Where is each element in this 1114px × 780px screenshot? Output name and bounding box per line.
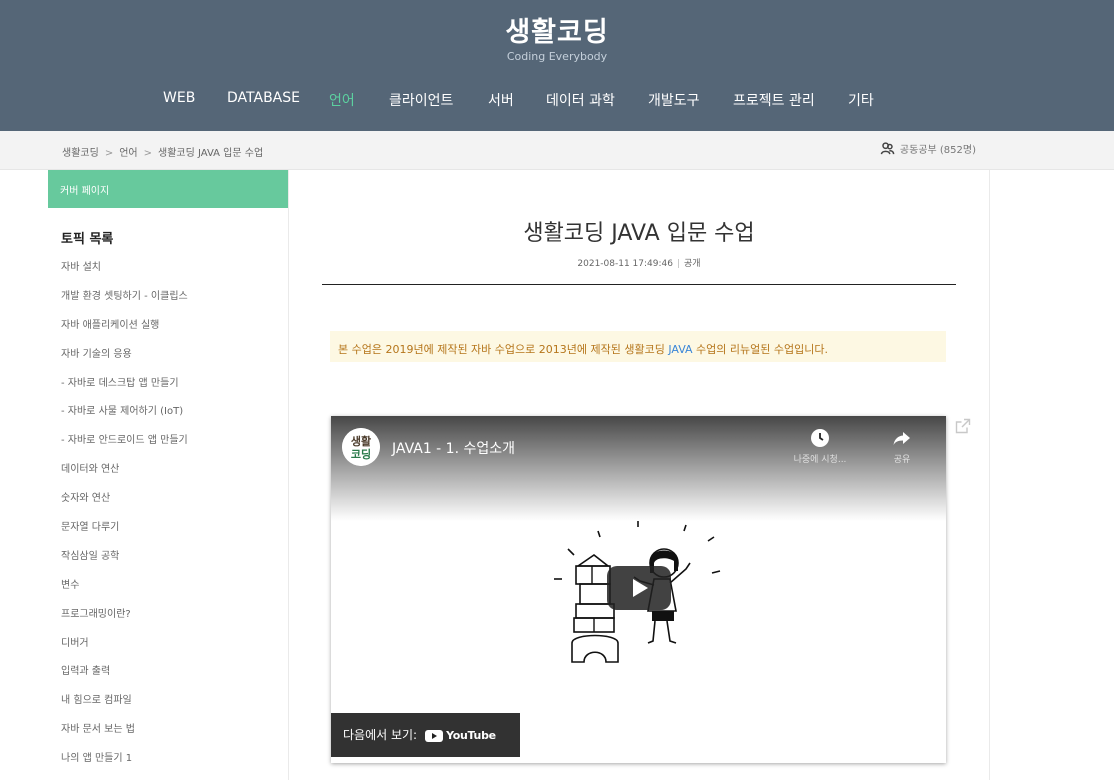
content-divider-right — [989, 170, 990, 780]
topic-item[interactable]: 작심삼일 공학 — [61, 547, 188, 576]
topic-item[interactable]: 숫자와 연산 — [61, 489, 188, 518]
post-visibility: 공개 — [684, 259, 701, 269]
youtube-play-icon — [425, 729, 444, 742]
youtube-embed[interactable]: 생활 코딩 JAVA1 - 1. 수업소개 나중에 시청... 공유 다음에서 … — [331, 416, 946, 763]
topic-item[interactable]: - 자바로 안드로이드 앱 만들기 — [61, 431, 188, 460]
sidebar: 커버 페이지 토픽 목록 자바 설치 개발 환경 셋팅하기 - 이클립스 자바 … — [48, 170, 288, 780]
topic-item[interactable]: 개발 환경 셋팅하기 - 이클립스 — [61, 287, 188, 316]
channel-logo[interactable]: 생활 코딩 — [342, 428, 380, 466]
youtube-logo: YouTube — [425, 729, 496, 742]
breadcrumb-separator: > — [143, 148, 152, 159]
watch-on-youtube-button[interactable]: 다음에서 보기: YouTube — [331, 713, 520, 757]
nav-item-data-science[interactable]: 데이터 과학 — [546, 90, 615, 110]
topic-item[interactable]: - 자바로 사물 제어하기 (IoT) — [61, 402, 188, 431]
youtube-wordmark: YouTube — [446, 729, 496, 742]
topic-item[interactable]: - 자바로 데스크탑 앱 만들기 — [61, 374, 188, 403]
title-divider — [322, 284, 956, 285]
share-label: 공유 — [893, 455, 911, 465]
topic-item[interactable]: 입력과 출력 — [61, 662, 188, 691]
nav-item-web[interactable]: WEB — [163, 90, 195, 106]
nav-item-language[interactable]: 언어 — [329, 90, 355, 110]
video-title[interactable]: JAVA1 - 1. 수업소개 — [392, 438, 515, 458]
breadcrumb-language[interactable]: 언어 — [119, 148, 137, 159]
topic-item[interactable]: 내 힘으로 컴파일 — [61, 691, 188, 720]
watch-later-label: 나중에 시청... — [793, 455, 847, 465]
notice-box: 본 수업은 2019년에 제작된 자바 수업으로 2013년에 제작된 생활코딩… — [330, 331, 946, 362]
group-study-link[interactable]: 공동공부 (852명) — [880, 141, 976, 156]
topic-item[interactable]: 프로그래밍이란? — [61, 605, 188, 634]
meta-separator: | — [676, 259, 681, 269]
breadcrumb-separator: > — [104, 148, 114, 159]
share-button[interactable]: 공유 — [867, 428, 937, 465]
cover-page-link[interactable]: 커버 페이지 — [48, 170, 288, 208]
topic-item[interactable]: 자바 설치 — [61, 258, 188, 287]
content-divider-left — [288, 170, 289, 780]
site-subtitle: Coding Everybody — [506, 50, 608, 63]
topic-item[interactable]: 나의 앱 만들기 1 — [61, 749, 188, 778]
site-title[interactable]: 생활코딩 — [0, 10, 1114, 49]
topic-item[interactable]: 자바 기술의 응용 — [61, 345, 188, 374]
site-header: 생활코딩 Coding Everybody WEB DATABASE 언어 클라… — [0, 0, 1114, 131]
post-date: 2021-08-11 17:49:46 — [577, 259, 673, 269]
nav-item-etc[interactable]: 기타 — [848, 90, 874, 110]
channel-logo-text: 생활 — [351, 434, 371, 448]
notice-text-end: 수업의 리뉴얼된 수업입니다. — [692, 343, 828, 356]
topic-item[interactable]: 디버거 — [61, 634, 188, 663]
group-icon — [880, 142, 895, 155]
nav-item-server[interactable]: 서버 — [488, 90, 514, 110]
topic-list: 자바 설치 개발 환경 셋팅하기 - 이클립스 자바 애플리케이션 실행 자바 … — [61, 258, 188, 778]
topic-item[interactable]: 데이터와 연산 — [61, 460, 188, 489]
breadcrumb-bar: 생활코딩 > 언어 > 생활코딩 JAVA 입문 수업 공동공부 (852명) — [0, 131, 1114, 170]
watch-on-label: 다음에서 보기: — [343, 728, 418, 742]
nav-item-database[interactable]: DATABASE — [227, 90, 300, 106]
notice-java-link[interactable]: JAVA — [668, 343, 692, 356]
topic-item[interactable]: 자바 문서 보는 법 — [61, 720, 188, 749]
page-title: 생활코딩 JAVA 입문 수업 — [523, 221, 755, 246]
group-study-label: 공동공부 (852명) — [899, 145, 976, 156]
watch-later-button[interactable]: 나중에 시청... — [785, 428, 855, 465]
play-button[interactable] — [607, 566, 671, 610]
breadcrumb-current[interactable]: 생활코딩 JAVA 입문 수업 — [158, 148, 263, 159]
topic-item[interactable]: 문자열 다루기 — [61, 518, 188, 547]
nav-item-client[interactable]: 클라이언트 — [389, 90, 453, 110]
topic-item[interactable]: 자바 애플리케이션 실행 — [61, 316, 188, 345]
post-meta: 2021-08-11 17:49:46 | 공개 — [322, 256, 956, 269]
topics-title: 토픽 목록 — [61, 232, 114, 247]
nav-item-project-management[interactable]: 프로젝트 관리 — [733, 90, 815, 110]
breadcrumb-home[interactable]: 생활코딩 — [62, 148, 99, 159]
topic-item[interactable]: 변수 — [61, 576, 188, 605]
notice-text: 본 수업은 2019년에 제작된 자바 수업으로 2013년에 제작된 생활코딩 — [338, 343, 669, 356]
breadcrumb: 생활코딩 > 언어 > 생활코딩 JAVA 입문 수업 — [62, 144, 263, 159]
external-link-icon[interactable] — [955, 418, 971, 434]
share-icon — [893, 432, 910, 445]
channel-logo-text: 코딩 — [351, 447, 371, 461]
nav-item-dev-tools[interactable]: 개발도구 — [648, 90, 700, 110]
clock-icon — [811, 429, 829, 447]
